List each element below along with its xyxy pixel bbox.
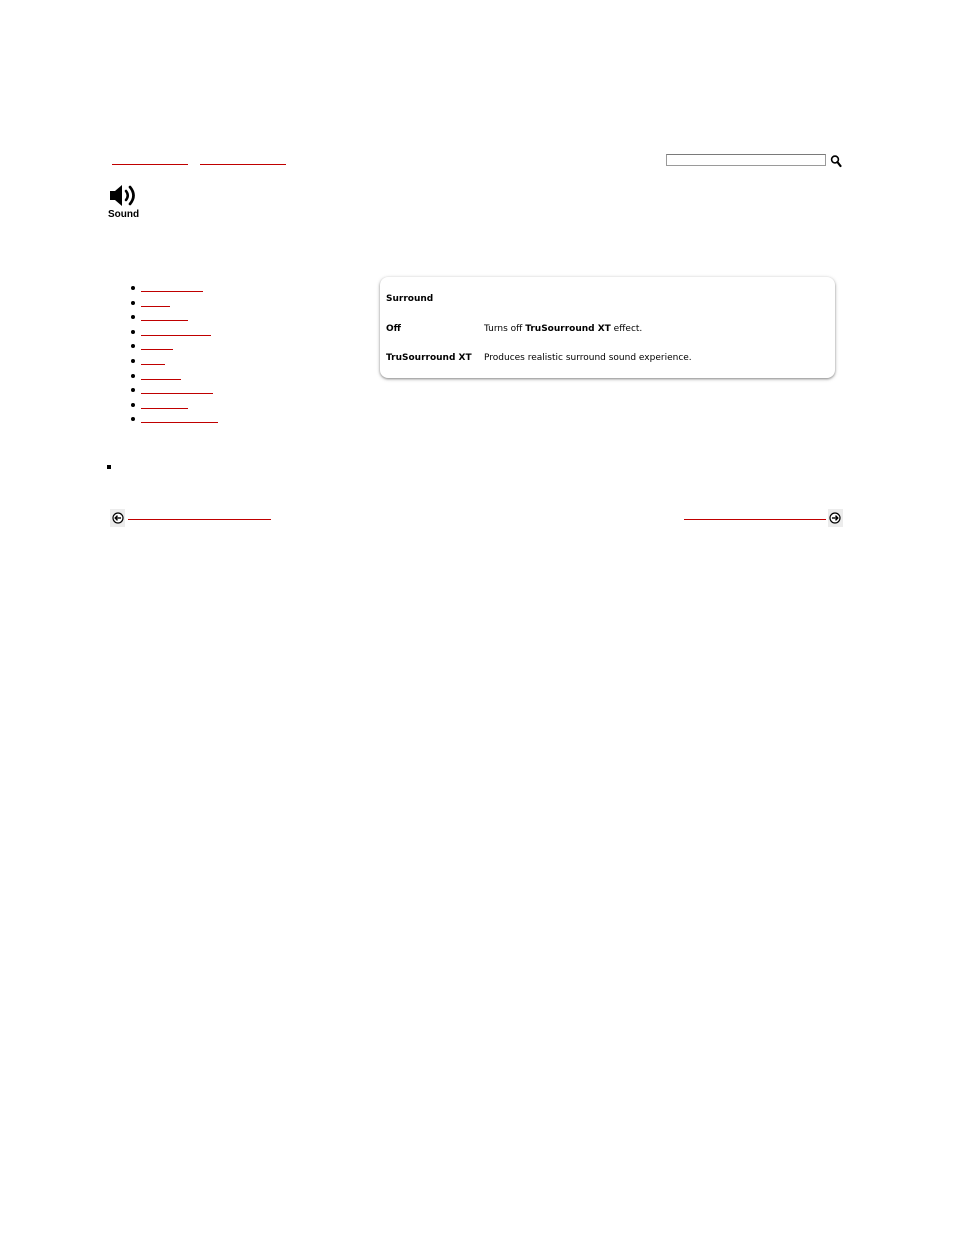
option-description: Turns off TruSourround XT effect. bbox=[484, 324, 642, 334]
magnifier-icon bbox=[830, 155, 842, 168]
nav-link[interactable] bbox=[141, 334, 211, 336]
nav-link[interactable] bbox=[141, 320, 188, 322]
search-button[interactable] bbox=[830, 153, 842, 168]
nav-link[interactable] bbox=[141, 407, 188, 409]
option-description-text: Turns off bbox=[484, 324, 526, 334]
option-description-text: effect. bbox=[610, 324, 643, 334]
nav-link[interactable] bbox=[141, 363, 165, 365]
nav-link[interactable] bbox=[141, 378, 181, 380]
breadcrumb-link-2[interactable] bbox=[200, 161, 286, 165]
previous-page-link[interactable] bbox=[128, 519, 271, 520]
speaker-icon bbox=[108, 184, 144, 210]
square-bullet bbox=[107, 465, 111, 469]
arrow-left-circle-icon[interactable] bbox=[110, 509, 125, 527]
search-input[interactable] bbox=[666, 154, 826, 166]
breadcrumb-link-1[interactable] bbox=[112, 161, 188, 165]
next-page-link[interactable] bbox=[684, 519, 826, 520]
arrow-right-circle-icon[interactable] bbox=[828, 509, 843, 527]
panel-heading: Surround bbox=[386, 294, 434, 304]
nav-link[interactable] bbox=[141, 291, 203, 292]
nav-link[interactable] bbox=[141, 349, 173, 351]
option-description-text: Produces realistic surround sound experi… bbox=[484, 353, 692, 363]
option-description: Produces realistic surround sound experi… bbox=[484, 353, 692, 363]
option-term: Off bbox=[386, 324, 401, 334]
nav-link[interactable] bbox=[141, 422, 218, 424]
nav-link[interactable] bbox=[141, 393, 213, 395]
nav-link[interactable] bbox=[141, 305, 170, 307]
option-description-bold: TruSourround XT bbox=[525, 324, 611, 334]
page-title: Sound bbox=[108, 209, 140, 220]
settings-panel: Surround Off Turns off TruSourround XT e… bbox=[380, 277, 835, 378]
option-term: TruSourround XT bbox=[386, 353, 472, 363]
